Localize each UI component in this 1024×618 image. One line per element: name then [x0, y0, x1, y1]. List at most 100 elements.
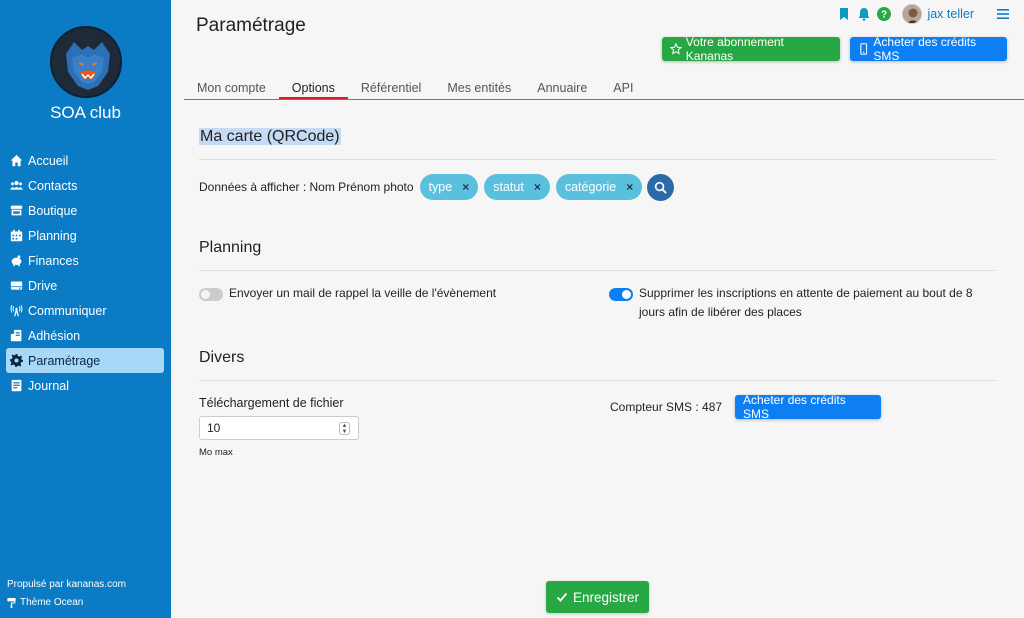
tab-referentiel[interactable]: Référentiel — [348, 79, 434, 99]
file-size-unit: Mo max — [199, 447, 233, 458]
mobile-phone-icon — [860, 43, 868, 55]
sidebar-item-contacts[interactable]: Contacts — [6, 173, 164, 198]
check-icon — [556, 592, 568, 602]
chip-label: statut — [493, 180, 524, 194]
divider — [199, 159, 996, 160]
sidebar-item-planning[interactable]: Planning — [6, 223, 164, 248]
card-section-title: Ma carte (QRCode) — [199, 128, 341, 146]
delete-pending-label: Supprimer les inscriptions en attente de… — [639, 284, 973, 322]
reminder-mail-toggle[interactable] — [199, 288, 223, 301]
users-icon — [10, 179, 23, 192]
tab-annuaire[interactable]: Annuaire — [524, 79, 600, 99]
number-stepper-icon[interactable]: ▲ ▼ — [339, 422, 350, 435]
sidebar: SOA club Accueil Contacts Boutique Plann… — [0, 0, 171, 618]
bell-icon[interactable] — [857, 7, 871, 21]
save-button[interactable]: Enregistrer — [546, 581, 649, 613]
broadcast-icon — [10, 304, 23, 317]
journal-icon — [10, 379, 23, 392]
tab-options[interactable]: Options — [278, 79, 348, 99]
chip-remove-icon[interactable]: × — [534, 180, 541, 194]
gear-icon — [10, 354, 23, 367]
settings-tabs: Mon compte Options Référentiel Mes entit… — [184, 79, 1024, 100]
sidebar-item-drive[interactable]: Drive — [6, 273, 164, 298]
sidebar-item-boutique[interactable]: Boutique — [6, 198, 164, 223]
divider — [199, 270, 996, 271]
divers-section-title: Divers — [199, 349, 245, 366]
chip-type: type × — [419, 174, 479, 200]
paint-roller-icon — [7, 597, 16, 608]
display-fields-label: Données à afficher : Nom Prénom photo — [199, 180, 414, 194]
club-name: SOA club — [50, 103, 121, 122]
page-title: Paramétrage — [196, 15, 306, 36]
save-button-label: Enregistrer — [572, 589, 640, 605]
sidebar-item-label: Planning — [28, 228, 77, 243]
sidebar-item-label: Paramétrage — [28, 353, 101, 368]
buy-sms-header-button[interactable]: Acheter des crédits SMS — [850, 35, 1007, 63]
subscription-button[interactable]: Votre abonnement Kananas — [662, 35, 840, 63]
id-card-icon — [10, 329, 23, 342]
piggy-bank-icon — [10, 254, 23, 267]
club-logo[interactable] — [50, 26, 122, 98]
file-upload-label: Téléchargement de fichier — [199, 396, 344, 410]
help-icon[interactable]: ? — [877, 7, 892, 21]
theme-selector[interactable]: Thème Ocean — [7, 597, 83, 608]
user-name[interactable]: jax teller — [927, 7, 974, 21]
sms-counter: Compteur SMS : 487 — [610, 400, 723, 414]
file-size-input[interactable]: 10 ▲ ▼ — [199, 416, 359, 440]
hamburger-menu-icon[interactable] — [996, 7, 1010, 21]
sidebar-item-label: Adhésion — [28, 328, 81, 343]
card-display-fields: Données à afficher : Nom Prénom photo ty… — [199, 173, 675, 201]
user-photo-icon — [903, 5, 922, 23]
buy-sms-button[interactable]: Acheter des crédits SMS — [735, 393, 881, 421]
tab-api[interactable]: API — [600, 79, 646, 99]
sidebar-item-adhesion[interactable]: Adhésion — [6, 323, 164, 348]
powered-by-link[interactable]: Propulsé par kananas.com — [7, 579, 126, 590]
sidebar-item-label: Contacts — [28, 178, 78, 193]
store-icon — [10, 204, 23, 217]
star-icon — [670, 43, 682, 55]
tab-mes-entites[interactable]: Mes entités — [434, 79, 524, 99]
sidebar-item-accueil[interactable]: Accueil — [6, 148, 164, 173]
drive-icon — [10, 279, 23, 292]
sidebar-item-label: Journal — [28, 378, 69, 393]
sidebar-item-label: Boutique — [28, 203, 78, 218]
sidebar-nav: Accueil Contacts Boutique Planning Finan… — [6, 148, 164, 398]
sidebar-item-label: Drive — [28, 278, 58, 293]
reminder-mail-label: Envoyer un mail de rappel la veille de l… — [229, 286, 497, 300]
svg-text:?: ? — [881, 10, 887, 21]
tab-mon-compte[interactable]: Mon compte — [184, 79, 279, 99]
search-icon — [655, 181, 668, 194]
top-bar: ? jax teller — [831, 4, 1010, 24]
avatar[interactable] — [902, 4, 923, 24]
sidebar-item-label: Finances — [28, 253, 79, 268]
home-icon — [10, 154, 23, 167]
chip-remove-icon[interactable]: × — [462, 180, 469, 194]
toggle-knob — [622, 290, 631, 299]
sidebar-item-journal[interactable]: Journal — [6, 373, 164, 398]
delete-pending-label-line2: jours afin de libérer des places — [639, 305, 802, 319]
file-size-value: 10 — [207, 421, 221, 435]
chip-remove-icon[interactable]: × — [626, 180, 633, 194]
subscription-button-label: Votre abonnement Kananas — [685, 35, 784, 63]
divider — [199, 380, 996, 381]
sidebar-item-label: Accueil — [28, 153, 69, 168]
bear-logo-icon — [52, 28, 120, 96]
chip-categorie: catégorie × — [555, 174, 643, 200]
delete-pending-toggle[interactable] — [609, 288, 633, 301]
sidebar-item-communiquer[interactable]: Communiquer — [6, 298, 164, 323]
search-button[interactable] — [647, 173, 675, 201]
chip-label: type — [428, 180, 453, 194]
card-section-title-text: Ma carte (QRCode) — [199, 128, 341, 145]
sidebar-item-label: Communiquer — [28, 303, 107, 318]
chip-label: catégorie — [564, 180, 617, 194]
chip-statut: statut × — [484, 174, 550, 200]
planning-section-title: Planning — [199, 239, 262, 256]
sidebar-item-finances[interactable]: Finances — [6, 248, 164, 273]
calendar-icon — [10, 229, 23, 242]
buy-sms-header-label: Acheter des crédits SMS — [873, 35, 977, 63]
buy-sms-button-label: Acheter des crédits SMS — [743, 393, 846, 421]
sidebar-item-parametrage[interactable]: Paramétrage — [6, 348, 164, 373]
delete-pending-label-line1: Supprimer les inscriptions en attente de… — [639, 286, 973, 300]
toggle-knob — [201, 290, 210, 299]
bookmark-icon[interactable] — [837, 7, 851, 21]
